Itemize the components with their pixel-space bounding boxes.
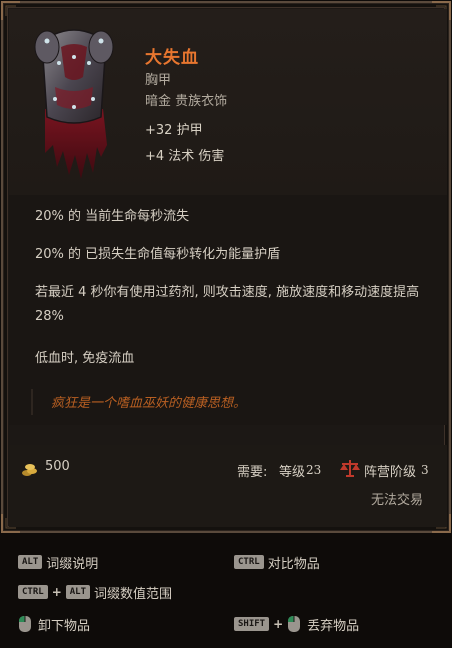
plus-sign: + [51, 585, 62, 599]
keybind-hints: ALT 词缀说明 CTRL 对比物品 CTRL + ALT 词缀数值范围 卸下物… [0, 542, 452, 648]
implicit-spell-damage: +4 法术 伤害 [145, 149, 225, 164]
level-requirement-value: 23 [306, 463, 322, 477]
implicit-armor: +32 护甲 [145, 123, 203, 138]
item-footer: 500 需要: 等级 23 阵营阶级 3 无法交易 [9, 445, 447, 527]
hint-compare: CTRL 对比物品 [234, 552, 320, 572]
flavor-text: 疯狂是一个嗜血巫妖的健康思想。 [51, 396, 247, 411]
faction-rank-label: 阵营阶级 [364, 465, 417, 480]
trade-status: 无法交易 [371, 493, 424, 508]
gold-value: 500 [45, 459, 70, 474]
hint-unequip: 卸下物品 [18, 614, 90, 634]
hint-label: 对比物品 [267, 556, 320, 572]
alt-key: ALT [65, 585, 91, 599]
affix-line: 20% 的 已损失生命值每秒转化为能量护盾 [35, 247, 281, 262]
left-click-mouse-icon [18, 615, 32, 633]
faction-rank-value: 3 [421, 463, 429, 477]
gold-coins-icon [21, 461, 39, 477]
hint-label: 卸下物品 [38, 618, 91, 634]
ctrl-key: CTRL [234, 555, 264, 569]
hint-affix-range: CTRL + ALT 词缀数值范围 [18, 582, 172, 602]
flavor-text-box: 疯狂是一个嗜血巫妖的健康思想。 [31, 389, 431, 415]
hint-label: 丢弃物品 [307, 618, 360, 634]
level-requirement-label: 等级 [279, 465, 306, 480]
item-slot: 胸甲 [145, 73, 172, 88]
hint-label: 词缀数值范围 [94, 586, 173, 602]
item-tooltip: 大失血 胸甲 暗金 贵族衣饰 +32 护甲 +4 法术 伤害 20% 的 当前生… [1, 1, 451, 533]
hint-label: 词缀说明 [46, 556, 99, 572]
hint-affix-description: ALT 词缀说明 [18, 552, 98, 572]
affix-line: 20% 的 当前生命每秒流失 [35, 209, 190, 224]
plus-sign: + [273, 617, 284, 631]
affix-line: 低血时, 免疫流血 [35, 351, 135, 366]
shift-key: SHIFT [234, 617, 270, 631]
item-header: 大失血 胸甲 暗金 贵族衣饰 +32 护甲 +4 法术 伤害 [9, 9, 447, 195]
affix-line: 若最近 4 秒你有使用过药剂, 则攻击速度, 施放速度和移动速度提高 28% [35, 285, 420, 324]
ctrl-key: CTRL [18, 585, 48, 599]
alt-key: ALT [18, 555, 43, 569]
requirement-label: 需要: [237, 465, 268, 480]
chest-armor-icon [31, 17, 117, 187]
hint-drop: SHIFT + 丢弃物品 [234, 614, 359, 634]
item-name: 大失血 [145, 48, 199, 68]
item-rarity: 暗金 贵族衣饰 [145, 94, 228, 109]
faction-scales-icon [339, 457, 361, 479]
left-click-mouse-icon [287, 615, 301, 633]
